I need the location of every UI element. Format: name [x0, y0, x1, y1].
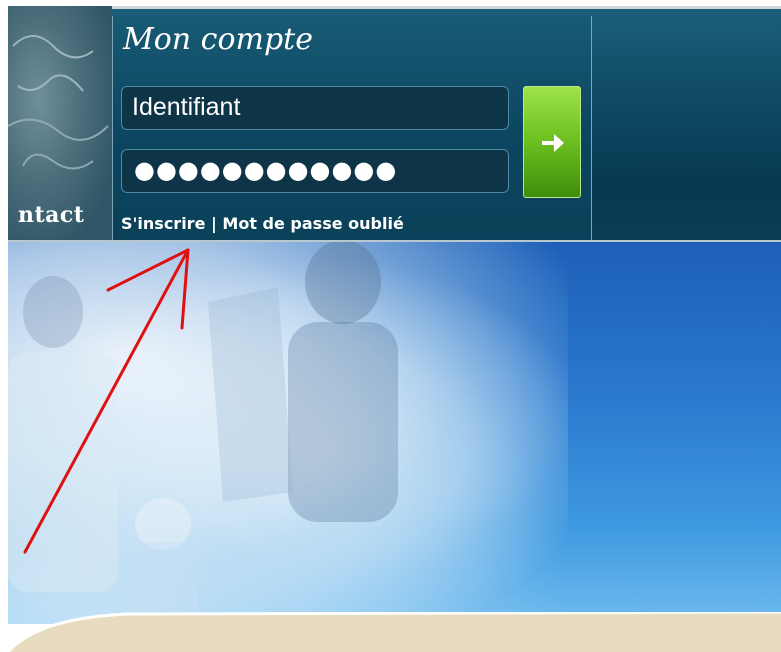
- account-title: Mon compte: [123, 22, 313, 57]
- forgot-password-link[interactable]: Mot de passe oublié: [222, 214, 403, 233]
- site-header: ntact Mon compte Identifiant ●●●●●●●●●●●…: [8, 6, 781, 242]
- bottom-wave-decoration: [8, 612, 781, 652]
- nav-contact-link[interactable]: ntact: [18, 202, 84, 228]
- account-links: S'inscrire | Mot de passe oublié: [121, 214, 404, 233]
- hero-figures-illustration: [8, 242, 398, 624]
- account-panel: Mon compte Identifiant ●●●●●●●●●●●● S'in…: [112, 16, 592, 242]
- login-field-value: Identifiant: [132, 93, 241, 121]
- password-field-value: ●●●●●●●●●●●●: [134, 156, 398, 184]
- register-link[interactable]: S'inscrire: [121, 214, 205, 233]
- links-separator: |: [211, 214, 217, 233]
- left-margin: [0, 0, 8, 647]
- login-submit-button[interactable]: [523, 86, 581, 198]
- password-field[interactable]: ●●●●●●●●●●●●: [121, 149, 509, 193]
- login-field[interactable]: Identifiant: [121, 86, 509, 130]
- hero-banner: [8, 242, 781, 624]
- arrow-right-icon: [542, 134, 564, 152]
- header-top-line: [8, 6, 781, 9]
